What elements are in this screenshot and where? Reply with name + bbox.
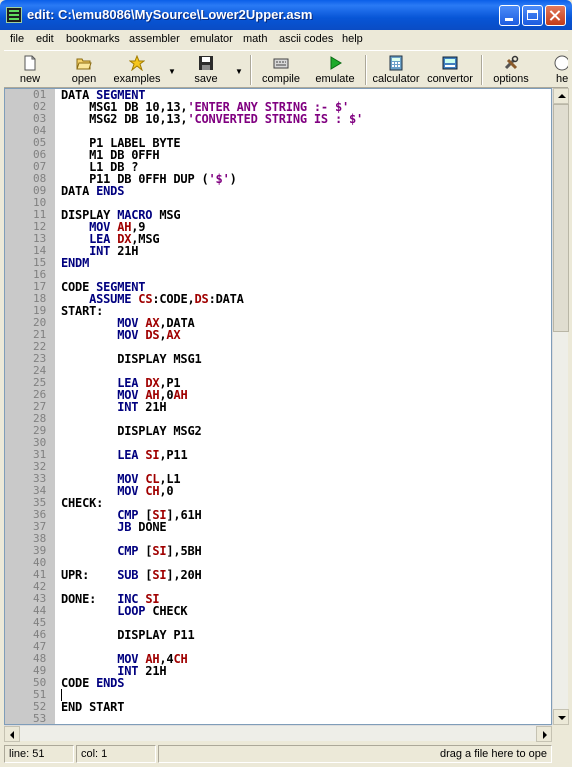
convertor-button[interactable]: convertor: [424, 53, 476, 87]
menu-file[interactable]: file: [10, 33, 24, 45]
close-icon: [546, 6, 565, 25]
code-text: DISPLAY P11: [61, 628, 195, 642]
menu-edit[interactable]: edit: [36, 33, 54, 45]
toolbar-separator: [250, 55, 252, 85]
line-number: 53: [33, 712, 47, 725]
title-bar[interactable]: edit: C:\emu8086\MySource\Lower2Upper.as…: [0, 0, 572, 30]
options-button[interactable]: options: [488, 53, 534, 87]
code-text: CODE ENDS: [61, 676, 125, 690]
arrow-left-icon: [10, 731, 14, 739]
compile-button[interactable]: compile: [256, 53, 306, 87]
convertor-icon: [442, 56, 458, 70]
menu-emulator[interactable]: emulator: [190, 33, 233, 45]
minimize-icon: [505, 18, 513, 21]
open-folder-icon: [76, 58, 92, 70]
open-button[interactable]: open: [64, 53, 104, 87]
code-text: INT 21H: [117, 400, 167, 414]
vertical-scrollbar[interactable]: [552, 88, 569, 725]
scroll-up-button[interactable]: [553, 88, 569, 104]
code-line[interactable]: 29 DISPLAY MSG2: [5, 424, 551, 438]
code-text: MOV DS,AX: [117, 328, 181, 342]
menu-bar: file edit bookmarks assembler emulator m…: [4, 30, 568, 50]
status-line: line: 51: [4, 745, 74, 763]
calculator-icon: [389, 55, 403, 71]
menu-math[interactable]: math: [243, 33, 267, 45]
code-text: DISPLAY MSG2: [61, 424, 202, 438]
code-text: MSG2 DB 10,13,'CONVERTED STRING IS : $': [61, 112, 364, 126]
new-file-icon: [24, 55, 36, 71]
emulate-button[interactable]: emulate: [310, 53, 360, 87]
toolbar-separator: [481, 55, 483, 85]
code-line[interactable]: 09 DATA ENDS: [5, 184, 551, 198]
status-col: col: 1: [76, 745, 156, 763]
save-dropdown-icon[interactable]: ▼: [235, 67, 243, 76]
scroll-down-button[interactable]: [553, 709, 569, 725]
vertical-scroll-thumb[interactable]: [553, 104, 569, 332]
minimize-button[interactable]: [499, 5, 520, 26]
arrow-right-icon: [543, 731, 547, 739]
compile-icon: [273, 58, 289, 69]
code-line[interactable]: 21 MOV DS,AX: [5, 328, 551, 342]
menu-bookmarks[interactable]: bookmarks: [66, 33, 120, 45]
status-bar: line: 51 col: 1 drag a file here to ope: [4, 743, 568, 765]
code-line[interactable]: 44 LOOP CHECK: [5, 604, 551, 618]
save-disk-icon: [199, 56, 213, 70]
code-line[interactable]: 31 LEA SI,P11: [5, 448, 551, 462]
examples-button[interactable]: examples: [110, 53, 164, 87]
help-icon: [554, 55, 568, 71]
code-line[interactable]: 37 JB DONE: [5, 520, 551, 534]
menu-assembler[interactable]: assembler: [129, 33, 180, 45]
code-editor[interactable]: 01 DATA SEGMENT 02 MSG1 DB 10,13,'ENTER AN…: [4, 88, 552, 725]
help-button[interactable]: he: [544, 53, 568, 87]
new-button[interactable]: new: [10, 53, 50, 87]
code-text: DISPLAY MSG1: [61, 352, 202, 366]
status-hint: drag a file here to ope: [158, 745, 552, 763]
tools-icon: [504, 55, 519, 70]
play-icon: [330, 56, 342, 70]
horizontal-scrollbar[interactable]: [4, 725, 552, 742]
code-text: JB DONE: [117, 520, 167, 534]
code-line[interactable]: 03 MSG2 DB 10,13,'CONVERTED STRING IS : …: [5, 112, 551, 126]
code-text: UPR: SUB [SI],20H: [61, 568, 202, 582]
code-line[interactable]: 39 CMP [SI],5BH: [5, 544, 551, 558]
code-line[interactable]: 27 INT 21H: [5, 400, 551, 414]
code-text: CMP [SI],5BH: [117, 544, 202, 558]
window-title: edit: C:\emu8086\MySource\Lower2Upper.as…: [27, 7, 313, 22]
code-text: ENDM: [61, 256, 90, 270]
code-text: LOOP CHECK: [117, 604, 188, 618]
arrow-down-icon: [558, 716, 566, 720]
save-button[interactable]: save: [184, 53, 228, 87]
toolbar: new open examples ▼ save ▼ compile emula…: [4, 50, 568, 88]
calculator-button[interactable]: calculator: [370, 53, 422, 87]
code-text: LEA SI,P11: [117, 448, 188, 462]
scroll-left-button[interactable]: [4, 726, 20, 742]
code-text: DATA ENDS: [61, 184, 125, 198]
toolbar-separator: [365, 55, 367, 85]
code-line[interactable]: 52 END START: [5, 700, 551, 714]
star-icon: [129, 55, 145, 71]
menu-ascii-codes[interactable]: ascii codes: [279, 33, 333, 45]
code-text: END START: [61, 700, 125, 714]
code-line[interactable]: 23 DISPLAY MSG1: [5, 352, 551, 366]
arrow-up-icon: [558, 94, 566, 98]
code-line[interactable]: 15 ENDM: [5, 256, 551, 270]
menu-help[interactable]: help: [342, 33, 363, 45]
maximize-icon: [527, 10, 538, 20]
close-button[interactable]: [545, 5, 566, 26]
maximize-button[interactable]: [522, 5, 543, 26]
scroll-right-button[interactable]: [536, 726, 552, 742]
examples-dropdown-icon[interactable]: ▼: [168, 67, 176, 76]
code-line[interactable]: 53: [5, 713, 551, 725]
code-line[interactable]: 46 DISPLAY P11: [5, 628, 551, 642]
app-icon: [6, 7, 22, 23]
code-line[interactable]: 41 UPR: SUB [SI],20H: [5, 568, 551, 582]
code-line[interactable]: 50 CODE ENDS: [5, 676, 551, 690]
